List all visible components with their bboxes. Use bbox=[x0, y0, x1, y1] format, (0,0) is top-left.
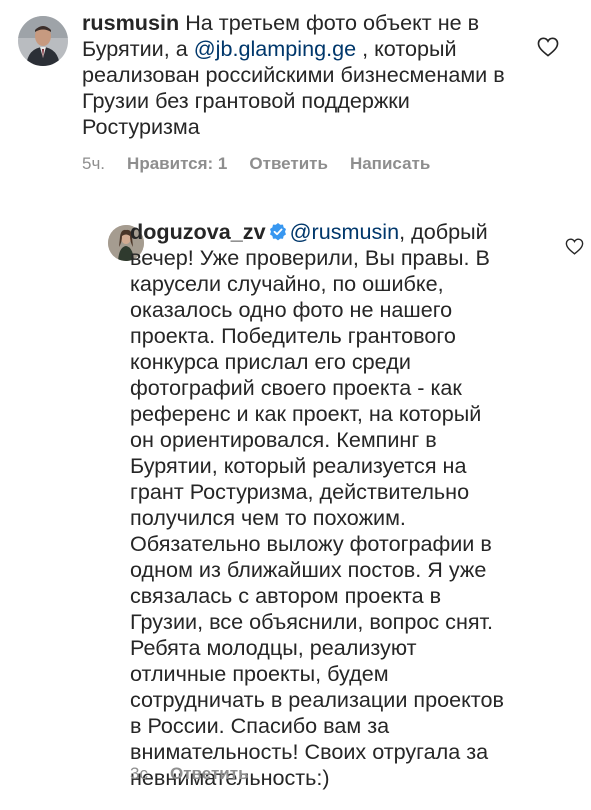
heart-outline-icon[interactable] bbox=[565, 238, 584, 255]
avatar-rusmusin[interactable] bbox=[18, 16, 68, 66]
comment-text: doguzova_zv @rusmusin, добрый вечер! Уже … bbox=[130, 219, 510, 791]
comment-meta: 5ч. Нравится: 1 Ответить Написать bbox=[82, 154, 452, 174]
avatar-rusmusin-image bbox=[18, 16, 68, 66]
send-message-button[interactable]: Написать bbox=[350, 154, 430, 173]
comment-time: 3с bbox=[130, 764, 148, 783]
username[interactable]: doguzova_zv bbox=[130, 219, 266, 244]
verified-badge-icon bbox=[269, 223, 286, 241]
reply-button[interactable]: Ответить bbox=[249, 154, 328, 173]
heart-outline-icon[interactable] bbox=[537, 37, 559, 57]
comment-meta: 3с Ответить bbox=[130, 764, 271, 784]
mention-link[interactable]: @jb.glamping.ge bbox=[194, 36, 356, 61]
reply-button[interactable]: Ответить bbox=[170, 764, 249, 783]
comment-text-part: , добрый вечер! Уже проверили, Вы правы.… bbox=[130, 219, 504, 790]
likes-count-button[interactable]: Нравится: 1 bbox=[127, 154, 227, 173]
username[interactable]: rusmusin bbox=[82, 10, 179, 35]
mention-link[interactable]: @rusmusin bbox=[290, 219, 400, 244]
comment-text: rusmusin На третьем фото объект не в Бур… bbox=[82, 10, 532, 140]
comment-time: 5ч. bbox=[82, 154, 106, 173]
